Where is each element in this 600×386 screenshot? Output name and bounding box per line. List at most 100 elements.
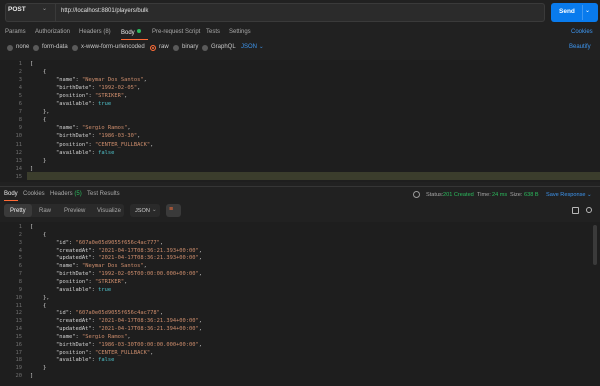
resp-tab-headers[interactable]: Headers (5) — [50, 191, 82, 197]
request-body-line: 2 { — [0, 69, 600, 77]
request-body-line-code: "available": true — [55, 101, 112, 108]
tab-tests[interactable]: Tests — [206, 29, 220, 35]
request-body-line: 9 "name": "Sergio Ramos", — [0, 125, 600, 133]
resp-tab-body[interactable]: Body — [4, 191, 18, 197]
chevron-down-icon: ⌄ — [259, 44, 264, 50]
request-body-line-number: 12 — [15, 149, 23, 156]
send-divider — [582, 5, 583, 20]
response-body-line-code: "id": "607a0e05d9055f656c4ac777", — [55, 239, 164, 246]
radio-none[interactable] — [7, 45, 13, 51]
response-body-line-number: 3 — [18, 239, 22, 246]
radio-binary[interactable] — [173, 45, 179, 51]
response-body-line-code: ] — [30, 373, 34, 380]
request-body-line-code: [ — [30, 61, 34, 67]
response-body-line-code: }, — [30, 294, 50, 301]
tab-headers[interactable]: Headers (8) — [79, 29, 111, 35]
active-tab-indicator — [121, 39, 148, 40]
response-body-line-code: "available": true — [55, 286, 112, 293]
request-body-line-code: "name": "Neymar Dos Santos", — [55, 77, 147, 84]
response-body-line-number: 9 — [18, 286, 22, 293]
request-body-line-code: "name": "Sergio Ramos", — [55, 125, 131, 132]
view-tab-pretty[interactable]: Pretty — [10, 208, 26, 214]
search-icon[interactable] — [586, 207, 592, 213]
chevron-down-icon: ⌄ — [42, 6, 48, 12]
tab-params[interactable]: Params — [5, 29, 26, 35]
response-body-line-number: 12 — [15, 310, 23, 317]
request-body-line-number: 2 — [18, 69, 22, 76]
response-body-line-code: { — [30, 302, 47, 309]
request-body-line: 4 "birthDate": "1992-02-05", — [0, 85, 600, 93]
request-body-line: 7 }, — [0, 109, 600, 117]
pane-divider[interactable] — [0, 186, 600, 187]
request-body-line-number: 15 — [15, 173, 23, 180]
request-body-line-number: 14 — [15, 165, 23, 172]
size-value[interactable]: 638 B — [524, 192, 539, 198]
response-body-line-code: "position": "STRIKER", — [55, 278, 128, 285]
request-body-line-number: 9 — [18, 125, 22, 132]
tab-pre-request-script[interactable]: Pre-request Script — [152, 29, 200, 35]
radio-urlencoded[interactable] — [72, 45, 78, 51]
request-body-line-code: "position": "STRIKER", — [55, 93, 128, 100]
view-tab-raw[interactable]: Raw — [39, 208, 51, 214]
tab-body[interactable]: Body — [121, 29, 141, 36]
response-body-line-code: } — [30, 365, 47, 372]
tab-body-label: Body — [121, 30, 135, 36]
response-body-line-code: "birthDate": "1992-02-05T00:00:00.000+00… — [55, 271, 203, 278]
cookies-link[interactable]: Cookies — [571, 29, 593, 35]
request-body-line: 5 "position": "STRIKER", — [0, 93, 600, 101]
response-body-line-code: "name": "Neymar Dos Santos", — [55, 263, 147, 270]
tab-settings[interactable]: Settings — [229, 29, 251, 35]
method-label: POST — [8, 6, 26, 13]
response-body-line-code: "available": false — [55, 357, 115, 364]
radio-none-label: none — [16, 44, 30, 50]
response-body-line-code: { — [30, 231, 47, 238]
request-body-line: 11 "position": "CENTER_FULLBACK", — [0, 142, 600, 150]
view-tab-visualize[interactable]: Visualize — [97, 208, 121, 214]
tab-authorization[interactable]: Authorization — [35, 29, 70, 35]
response-body-line-code: "createdAt": "2021-04-17T08:36:21.393+00… — [55, 247, 203, 254]
response-body-line-number: 18 — [15, 357, 23, 364]
radio-raw-label: raw — [159, 44, 169, 50]
body-format-dropdown[interactable]: JSON — [241, 44, 257, 50]
request-body-line: 12 "available": false — [0, 150, 600, 158]
response-body-line-number: 13 — [15, 318, 23, 325]
response-body-line-code: "birthDate": "1986-03-30T00:00:00.000+00… — [55, 341, 203, 348]
request-body-line-code: "birthDate": "1986-03-30", — [55, 133, 141, 140]
response-body-line-number: 11 — [15, 302, 23, 309]
request-body-line: 15 — [0, 174, 600, 182]
request-body-line-number: 5 — [18, 93, 22, 100]
request-body-line: 1[ — [0, 61, 600, 69]
radio-binary-label: binary — [182, 44, 199, 50]
status-value[interactable]: 201 Created — [443, 192, 474, 198]
globe-icon[interactable] — [413, 191, 420, 198]
request-body-line: 14] — [0, 166, 600, 174]
response-body-line-number: 6 — [18, 263, 22, 270]
request-body-line-code: } — [30, 157, 47, 164]
request-body-line-code: { — [30, 69, 47, 76]
response-body-line-number: 1 — [18, 224, 22, 230]
radio-raw[interactable] — [150, 45, 156, 51]
time-value[interactable]: 24 ms — [492, 192, 507, 198]
response-format-label: JSON — [135, 208, 150, 214]
resp-tab-test-results[interactable]: Test Results — [87, 191, 120, 197]
send-options-chevron-icon[interactable]: ⌄ — [585, 7, 590, 14]
request-body-line-code: ] — [30, 165, 34, 172]
response-body-line-code: "createdAt": "2021-04-17T08:36:21.394+00… — [55, 318, 203, 325]
response-body-line-number: 2 — [18, 231, 22, 238]
radio-graphql[interactable] — [202, 45, 208, 51]
response-body-line-code: "position": "CENTER_FULLBACK", — [55, 349, 154, 356]
response-body-line-number: 5 — [18, 255, 22, 262]
resp-tab-cookies[interactable]: Cookies — [23, 191, 45, 197]
request-body-line-number: 3 — [18, 77, 22, 84]
request-body-line-code: { — [30, 117, 47, 124]
response-body-line-code: "name": "Sergio Ramos", — [55, 333, 131, 340]
radio-form-data[interactable] — [33, 45, 39, 51]
copy-icon[interactable] — [572, 207, 579, 214]
view-tab-preview[interactable]: Preview — [64, 208, 85, 214]
save-response-button[interactable]: Save Response ⌄ — [546, 192, 592, 198]
wrap-lines-icon: ≡ — [169, 206, 174, 213]
response-body-line-number: 16 — [15, 341, 23, 348]
beautify-link[interactable]: Beautify — [569, 44, 591, 50]
active-resp-tab-indicator — [4, 200, 18, 201]
request-body-line-number: 13 — [15, 157, 23, 164]
